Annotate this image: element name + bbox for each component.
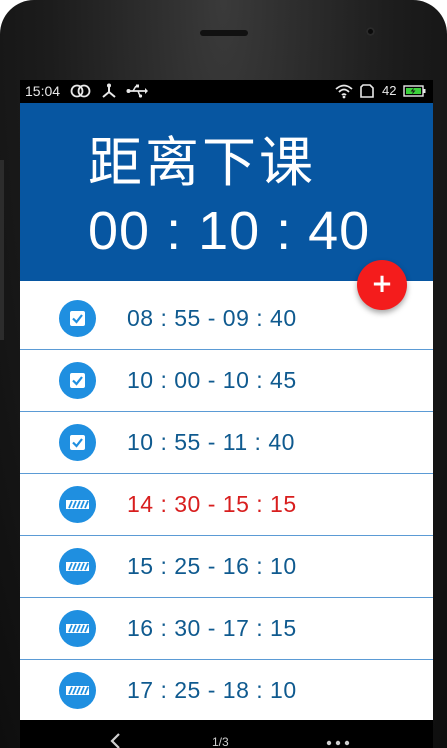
schedule-row[interactable]: 10 : 00 - 10 : 45 [20, 350, 433, 412]
schedule-time: 16 : 30 - 17 : 15 [127, 615, 297, 641]
schedule-row[interactable]: 15 : 25 - 16 : 10 [20, 536, 433, 598]
schedule-time: 10 : 55 - 11 : 40 [127, 429, 295, 455]
schedule-time: 10 : 00 - 10 : 45 [127, 367, 297, 393]
phone-side-button [0, 160, 4, 340]
schedule-row[interactable]: 10 : 55 - 11 : 40 [20, 412, 433, 474]
app-screen: 15:04 42 距离下课 00 : 10 : 40 + 08: 55 - 0… [20, 80, 433, 748]
battery-level: 42 [382, 83, 397, 98]
add-button[interactable]: + [357, 260, 407, 310]
checkbox-icon [59, 424, 96, 461]
sim-icon [359, 83, 375, 102]
phone-camera [366, 27, 375, 36]
plus-icon: + [371, 269, 393, 299]
striped-bar-icon [59, 610, 96, 647]
status-bar: 15:04 42 [20, 80, 433, 103]
phone-speaker [200, 30, 248, 36]
schedule-row[interactable]: 17 : 25 - 18 : 10 [20, 660, 433, 722]
schedule-row[interactable]: 16 : 30 - 17 : 15 [20, 598, 433, 660]
page-indicator: 1/3 [212, 735, 229, 748]
schedule-list: 08 : 55 - 09 : 40 10 : 00 - 10 : 45 10 :… [20, 288, 433, 722]
striped-bar-icon [59, 486, 96, 523]
checkbox-icon [59, 300, 96, 337]
network-share-icon [100, 83, 118, 102]
striped-bar-icon [59, 548, 96, 585]
schedule-row-current[interactable]: 14 : 30 - 15 : 15 [20, 474, 433, 536]
bottom-nav-bar: 1/3 [20, 720, 433, 748]
countdown-header: 距离下课 00 : 10 : 40 [20, 103, 433, 281]
schedule-time: 08 : 55 - 09 : 40 [127, 305, 297, 331]
schedule-time: 14 : 30 - 15 : 15 [127, 491, 297, 517]
status-time: 15:04 [25, 83, 61, 99]
countdown-timer: 00 : 10 : 40 [88, 201, 371, 261]
striped-bar-icon [59, 672, 96, 709]
more-dots-icon[interactable] [325, 729, 351, 748]
phone-frame: 15:04 42 距离下课 00 : 10 : 40 + 08: 55 - 0… [0, 0, 447, 748]
chevron-left-icon[interactable] [108, 732, 122, 748]
battery-charging-icon [403, 83, 427, 102]
checkbox-icon [59, 362, 96, 399]
schedule-time: 15 : 25 - 16 : 10 [127, 553, 297, 579]
wifi-icon [334, 83, 354, 102]
header-title: 距离下课 [88, 131, 316, 194]
dual-ring-icon [70, 83, 92, 102]
usb-icon [126, 83, 148, 102]
schedule-time: 17 : 25 - 18 : 10 [127, 677, 297, 703]
